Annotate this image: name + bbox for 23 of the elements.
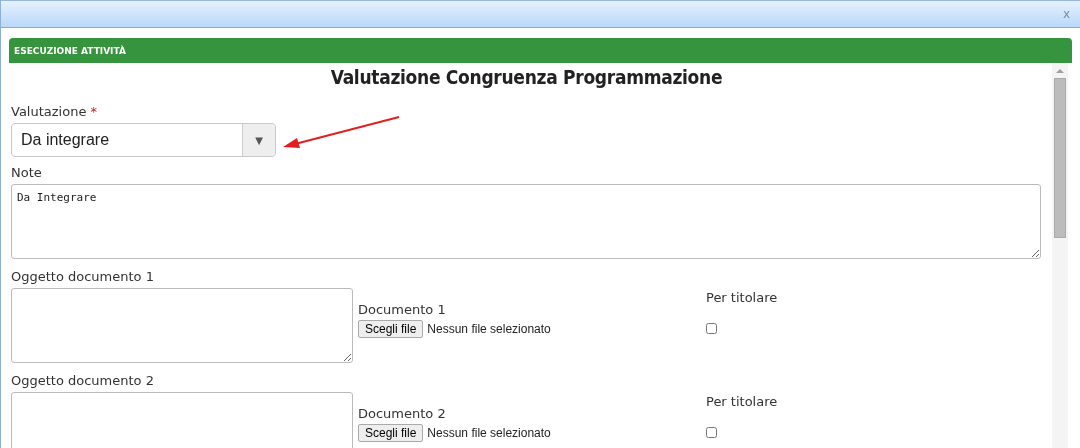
holder-checkbox[interactable] [706,323,717,334]
field-label: Per titolare [706,394,778,409]
field-label: Oggetto documento 2 [11,373,155,388]
caret-icon: ▼ [242,124,275,156]
required-mark: * [90,104,97,119]
field-label: Per titolare [706,290,778,305]
field-label: Documento 2 [358,406,447,421]
dropdown[interactable]: Da integrare ▼ [11,123,276,157]
file-status: Nessun file selezionato [427,322,551,336]
choose-file-button[interactable]: Scegli file [358,424,424,442]
holder-checkbox[interactable] [706,427,717,438]
panel-title: ESECUZIONE ATTIVITÀ [14,45,126,56]
note-field[interactable]: Da Integrare [11,184,1041,259]
file-status: Nessun file selezionato [427,426,551,440]
object-field[interactable] [11,392,353,448]
field-label: Oggetto documento 1 [11,269,155,284]
field-label: Note [11,165,43,180]
choose-file-button[interactable]: Scegli file [358,320,424,338]
field-label: Documento 1 [358,302,447,317]
form-heading: Valutazione Congruenza Programmazione [329,66,724,88]
object-field[interactable] [11,288,353,363]
field-label: Valutazione [11,104,87,119]
scrollbar[interactable] [1052,63,1068,448]
